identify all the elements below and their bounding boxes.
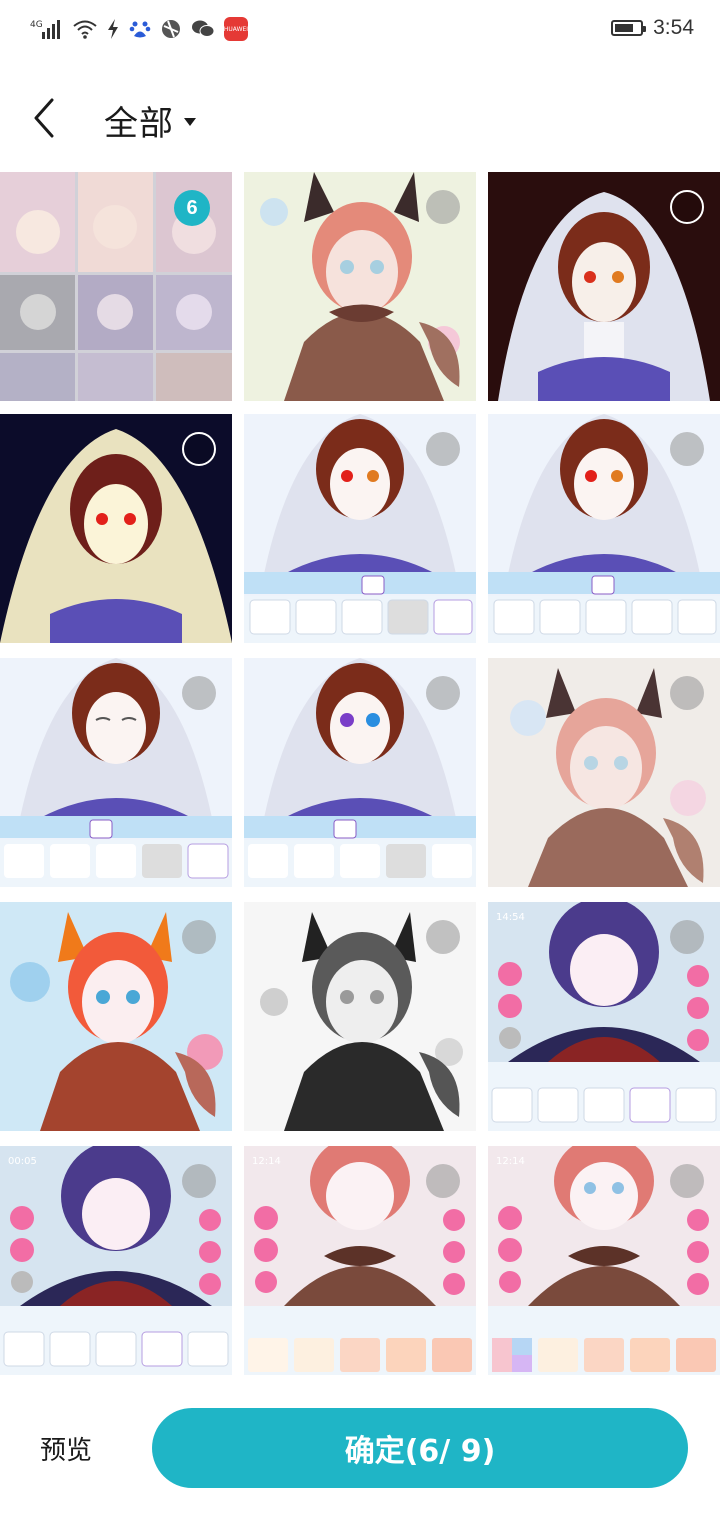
- photo-thumbnail[interactable]: [244, 658, 476, 887]
- select-circle[interactable]: [670, 1164, 704, 1198]
- album-selector[interactable]: 全部: [104, 96, 196, 145]
- wifi-icon: [73, 16, 97, 42]
- flash-icon: [106, 16, 120, 42]
- select-circle[interactable]: [182, 920, 216, 954]
- select-circle[interactable]: [426, 1164, 460, 1198]
- huawei-app-icon: HUAWEI: [224, 17, 248, 41]
- photo-thumbnail[interactable]: 14:54: [488, 902, 720, 1131]
- photo-thumbnail[interactable]: [488, 414, 720, 643]
- select-circle[interactable]: [670, 676, 704, 710]
- back-arrow-icon: [34, 98, 54, 138]
- select-circle[interactable]: [426, 920, 460, 954]
- album-title: 全部: [104, 104, 174, 144]
- svg-text:12:14: 12:14: [252, 1156, 281, 1167]
- svg-text:4G: 4G: [30, 20, 43, 30]
- select-circle[interactable]: [182, 1164, 216, 1198]
- photo-thumbnail[interactable]: 00:05: [0, 1146, 232, 1375]
- clock: 3:54: [653, 16, 694, 39]
- baidu-icon: [129, 16, 151, 42]
- header: 全部: [0, 70, 720, 170]
- photo-thumbnail[interactable]: [0, 658, 232, 887]
- preview-button[interactable]: 预览: [40, 1430, 92, 1467]
- selection-badge[interactable]: 6: [174, 190, 210, 226]
- status-bar: 4G HUAWEI 3:54: [0, 0, 720, 62]
- photo-grid: 6 14:54 00:05 12:14 12:14: [0, 172, 720, 1382]
- photo-thumbnail[interactable]: [488, 658, 720, 887]
- signal-icon: 4G: [30, 16, 64, 42]
- photo-thumbnail[interactable]: 12:14: [244, 1146, 476, 1375]
- photo-thumbnail[interactable]: [0, 902, 232, 1131]
- photo-thumbnail[interactable]: 12:14: [488, 1146, 720, 1375]
- photo-thumbnail[interactable]: [244, 902, 476, 1131]
- photo-thumbnail[interactable]: [244, 414, 476, 643]
- confirm-button[interactable]: 确定(6/ 9): [152, 1408, 688, 1488]
- svg-text:12:14: 12:14: [496, 1156, 525, 1167]
- photo-thumbnail[interactable]: [488, 172, 720, 401]
- battery-icon: [611, 20, 647, 36]
- svg-text:14:54: 14:54: [496, 912, 525, 923]
- select-circle[interactable]: [426, 432, 460, 466]
- select-circle[interactable]: [670, 190, 704, 224]
- back-button[interactable]: [28, 92, 68, 144]
- select-circle[interactable]: [182, 676, 216, 710]
- photo-thumbnail[interactable]: [244, 172, 476, 401]
- select-circle[interactable]: [670, 432, 704, 466]
- select-circle[interactable]: [182, 432, 216, 466]
- photo-thumbnail[interactable]: 6: [0, 172, 232, 401]
- svg-text:00:05: 00:05: [8, 1156, 37, 1167]
- bottom-action-bar: 预览 确定(6/ 9): [0, 1390, 720, 1520]
- select-circle[interactable]: [670, 920, 704, 954]
- select-circle[interactable]: [426, 676, 460, 710]
- wechat-icon: [191, 16, 215, 42]
- caret-down-icon: [184, 117, 196, 126]
- select-circle[interactable]: [426, 190, 460, 224]
- browser-icon: [160, 16, 182, 42]
- photo-thumbnail[interactable]: [0, 414, 232, 643]
